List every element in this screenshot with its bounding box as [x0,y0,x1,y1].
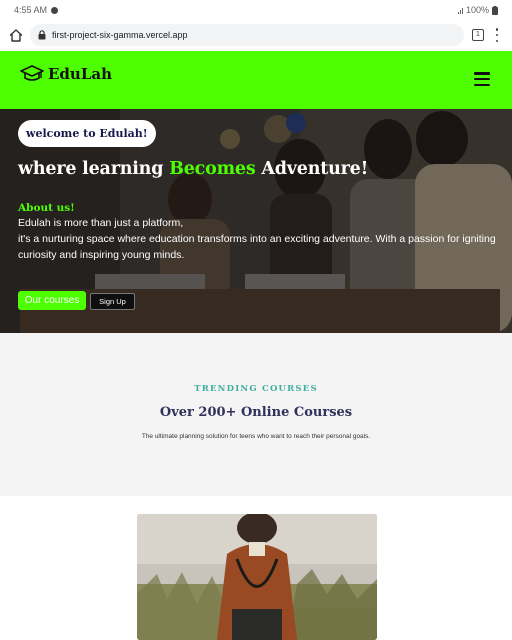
battery-level: 100% [465,5,489,15]
course-image [137,514,377,640]
graduation-cap-icon [20,65,44,81]
status-bar: 4:55 AM 100% [0,0,512,20]
battery-icon [492,5,498,15]
status-right: 100% [457,5,498,15]
our-courses-button[interactable]: Our courses [18,291,86,310]
about-heading: About us! [18,202,75,214]
hero-title-start: where learning [18,159,170,179]
trending-subtitle: The ultimate planning solution for teens… [141,433,371,440]
address-bar[interactable]: first-project-six-gamma.vercel.app [30,24,464,46]
hero-section: welcome to Edulah! where learning Become… [0,109,512,333]
hero-title-end: Adventure! [255,159,369,179]
status-time: 4:55 AM [14,5,48,15]
trending-eyebrow: TRENDING COURSES [194,384,318,394]
lock-icon [38,30,46,40]
trending-section: TRENDING COURSES Over 200+ Online Course… [0,333,512,496]
hero-title-accent: Becomes [169,159,256,179]
url-text: first-project-six-gamma.vercel.app [52,30,188,40]
about-line-2: it's a nurturing space where education t… [18,233,496,261]
welcome-badge: welcome to Edulah! [18,120,156,147]
site-header: EduLah [0,51,512,109]
hero-title: where learning Becomes Adventure! [18,159,368,179]
more-menu-icon[interactable] [495,28,499,42]
notification-icon [51,6,59,14]
signal-icon [457,7,463,14]
course-card[interactable] [137,514,377,640]
tab-count: 1 [476,31,480,38]
browser-toolbar: first-project-six-gamma.vercel.app 1 [0,20,512,51]
logo[interactable]: EduLah [20,64,112,84]
courses-list [0,496,512,640]
brand-name: EduLah [48,65,112,83]
tab-switcher-button[interactable]: 1 [472,29,484,41]
hamburger-menu-icon[interactable] [474,72,490,86]
about-line-1: Edulah is more than just a platform, [18,217,184,229]
status-left: 4:55 AM [14,5,59,15]
trending-title: Over 200+ Online Courses [159,405,353,420]
home-icon[interactable] [8,28,24,44]
about-text: Edulah is more than just a platform, it'… [18,215,502,263]
sign-up-button[interactable]: Sign Up [90,293,135,310]
welcome-text: welcome to Edulah! [26,127,148,140]
